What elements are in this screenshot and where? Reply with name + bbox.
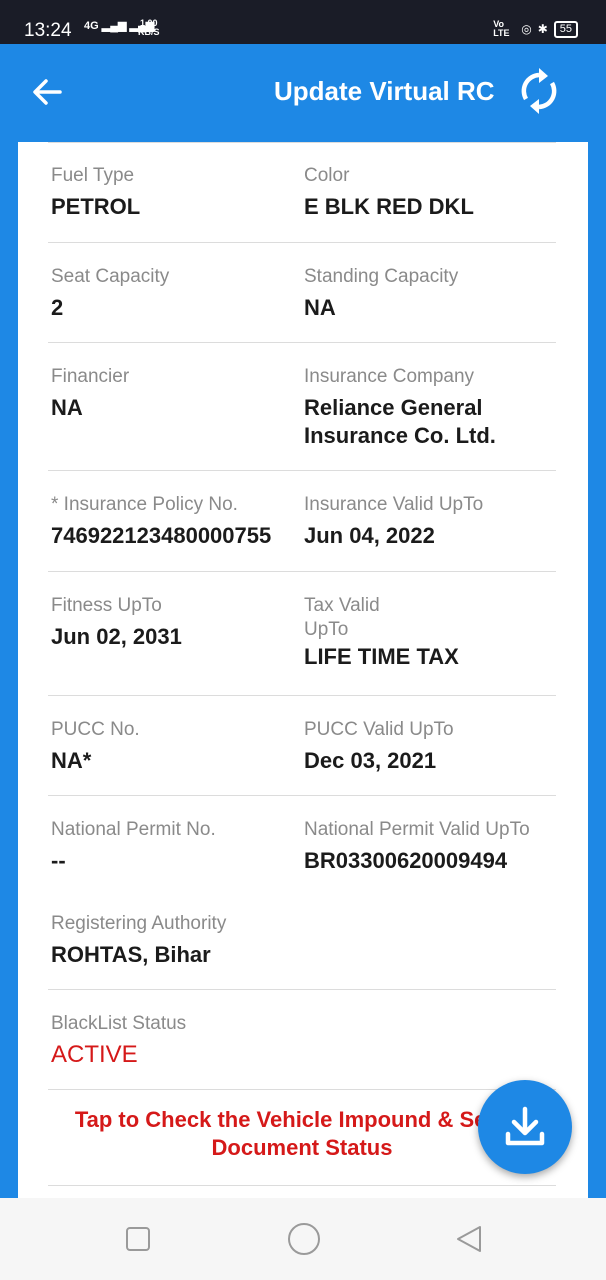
- national-permit-valid-label: National Permit Valid UpTo: [304, 819, 530, 840]
- triangle-back-icon: [457, 1226, 481, 1252]
- insurance-valid-value: Jun 04, 2022: [304, 523, 435, 548]
- standing-capacity-value: NA: [304, 295, 336, 320]
- volte-icon: Vo LTE: [493, 19, 510, 38]
- tax-valid-label: Tax Valid UpTo: [304, 595, 380, 640]
- insurance-company-label: Insurance Company: [304, 366, 475, 387]
- tax-valid-value: LIFE TIME TAX: [304, 644, 459, 669]
- app-bar: Update Virtual RC: [0, 44, 606, 142]
- detail-row-policy: * Insurance Policy No. 74692212348000075…: [48, 471, 556, 572]
- bluetooth-icon: ✱: [537, 22, 548, 36]
- seat-capacity-value: 2: [51, 295, 64, 320]
- seat-capacity-label: Seat Capacity: [51, 266, 170, 287]
- system-nav-bar: [0, 1198, 606, 1280]
- national-permit-label: National Permit No.: [51, 819, 216, 840]
- registering-authority-value: ROHTAS, Bihar: [51, 942, 211, 967]
- battery-icon: 55: [553, 20, 578, 38]
- pucc-valid-value: Dec 03, 2021: [304, 748, 437, 773]
- sync-icon: [521, 68, 557, 114]
- back-button[interactable]: [28, 72, 68, 112]
- divider: [48, 1185, 556, 1186]
- blacklist-value: ACTIVE: [51, 1041, 138, 1068]
- fuel-type-value: PETROL: [51, 194, 141, 219]
- status-time: 13:24: [24, 20, 72, 41]
- vehicle-details-card: Fuel Type PETROL Color E BLK RED DKL Sea…: [18, 142, 588, 1198]
- financier-value: NA: [51, 395, 83, 420]
- detail-row-registering-authority: Registering Authority ROHTAS, Bihar: [48, 890, 556, 990]
- detail-row-fitness-tax: Fitness UpTo Jun 02, 2031 Tax Valid UpTo…: [48, 572, 556, 696]
- status-bar: 13:24 4G ▂▄▆ ▂▄▆ 1.00 KB/S Vo LTE ◎ ✱ 55: [0, 0, 606, 44]
- pucc-valid-label: PUCC Valid UpTo: [304, 719, 454, 740]
- detail-row-fuel-color: Fuel Type PETROL Color E BLK RED DKL: [48, 142, 556, 243]
- financier-label: Financier: [51, 366, 130, 387]
- home-button[interactable]: [284, 1219, 324, 1259]
- insurance-valid-label: Insurance Valid UpTo: [304, 494, 484, 515]
- detail-row-pucc: PUCC No. NA* PUCC Valid UpTo Dec 03, 202…: [48, 696, 556, 796]
- color-value: E BLK RED DKL: [304, 194, 474, 219]
- recent-apps-button[interactable]: [121, 1222, 155, 1256]
- hotspot-icon: ◎: [521, 22, 532, 36]
- detail-row-financier-insurance: Financier NA Insurance Company Reliance …: [48, 343, 556, 471]
- pucc-no-label: PUCC No.: [51, 719, 140, 740]
- arrow-left-icon: [33, 79, 62, 105]
- detail-row-blacklist: BlackList Status ACTIVE: [48, 990, 556, 1090]
- fitness-value: Jun 02, 2031: [51, 624, 182, 649]
- square-icon: [126, 1227, 150, 1251]
- national-permit-valid-value: BR03300620009494: [304, 848, 508, 873]
- circle-icon: [288, 1223, 320, 1255]
- download-icon: [505, 1106, 545, 1146]
- page-title: Update Virtual RC: [274, 76, 495, 106]
- fuel-type-label: Fuel Type: [51, 165, 135, 186]
- back-nav-button[interactable]: [452, 1222, 486, 1256]
- detail-row-national-permit: National Permit No. -- National Permit V…: [48, 796, 556, 890]
- refresh-button[interactable]: [518, 68, 560, 114]
- national-permit-value: --: [51, 848, 66, 873]
- registering-authority-label: Registering Authority: [51, 913, 227, 934]
- status-icons: Vo LTE ◎ ✱ 55: [493, 20, 578, 38]
- policy-no-label: * Insurance Policy No.: [51, 494, 238, 515]
- pucc-no-value: NA*: [51, 748, 92, 773]
- fitness-label: Fitness UpTo: [51, 595, 162, 616]
- insurance-company-value: Reliance General Insurance Co. Ltd.: [304, 395, 496, 448]
- standing-capacity-label: Standing Capacity: [304, 266, 459, 287]
- color-label: Color: [304, 165, 350, 186]
- network-speed: 1.00 KB/S: [138, 18, 160, 37]
- policy-no-value: 746922123480000755: [51, 523, 272, 548]
- download-button[interactable]: [478, 1080, 572, 1174]
- detail-row-capacity: Seat Capacity 2 Standing Capacity NA: [48, 243, 556, 343]
- blacklist-label: BlackList Status: [51, 1013, 187, 1034]
